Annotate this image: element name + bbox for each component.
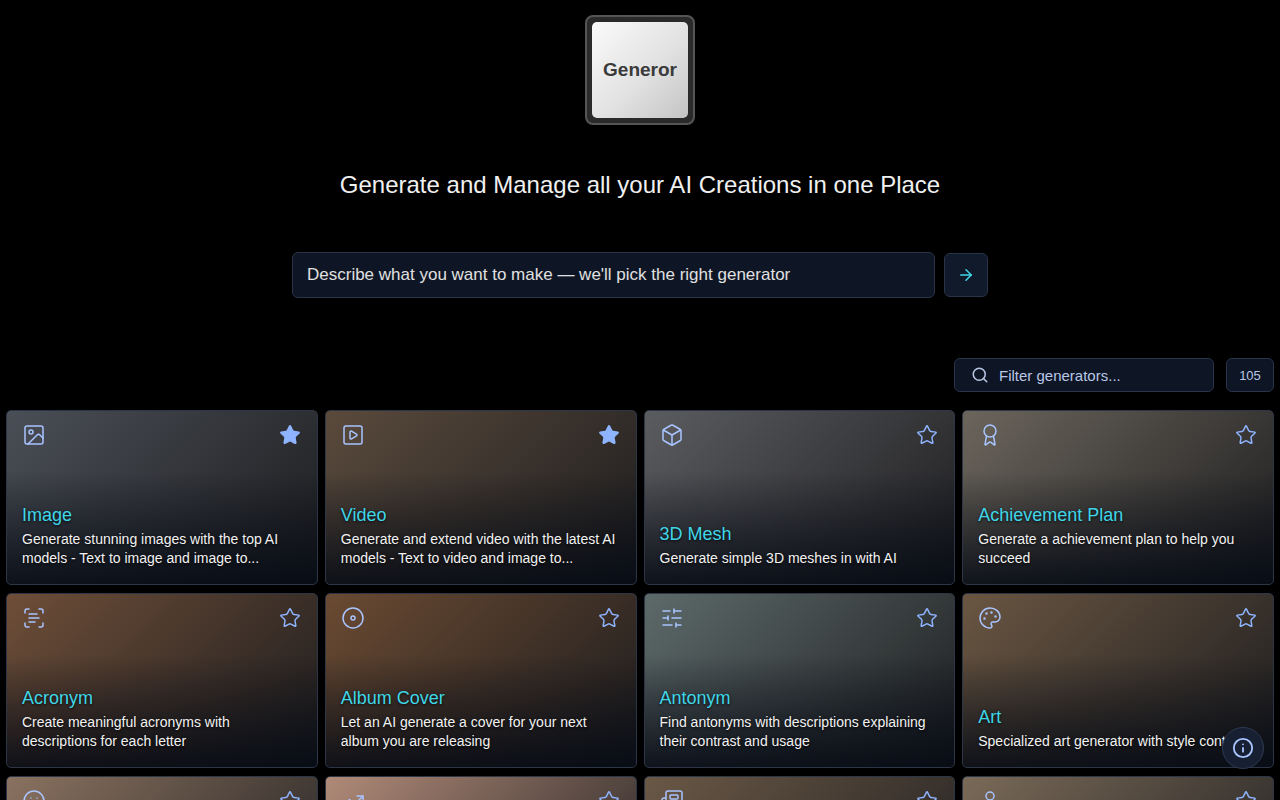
star-icon: [1235, 607, 1257, 629]
generator-icon: [341, 789, 365, 800]
arrow-right-icon: [957, 266, 975, 284]
generator-icon: [978, 789, 1002, 800]
page: Generor Generate and Manage all your AI C…: [0, 0, 1280, 800]
generator-card[interactable]: Album Cover Let an AI generate a cover fo…: [325, 593, 637, 768]
filter-row: 105: [0, 358, 1280, 392]
generator-card[interactable]: [644, 776, 956, 800]
generator-grid: Image Generate stunning images with the t…: [0, 410, 1280, 800]
filter-input[interactable]: [997, 366, 1201, 385]
generator-title: Acronym: [22, 688, 301, 709]
star-icon: [916, 790, 938, 800]
submit-button[interactable]: [944, 253, 988, 297]
prompt-row: [292, 252, 988, 298]
favorite-button[interactable]: [598, 607, 620, 629]
star-icon: [916, 607, 938, 629]
star-icon: [1235, 790, 1257, 800]
favorite-button[interactable]: [1235, 790, 1257, 800]
generator-icon: [22, 789, 46, 800]
generator-icon: [22, 606, 46, 630]
generator-card[interactable]: Image Generate stunning images with the t…: [6, 410, 318, 585]
star-icon: [598, 607, 620, 629]
favorite-button[interactable]: [279, 790, 301, 800]
generator-description: Find antonyms with descriptions explaini…: [660, 713, 939, 751]
tagline: Generate and Manage all your AI Creation…: [340, 171, 940, 199]
favorite-button[interactable]: [1235, 424, 1257, 446]
generator-card[interactable]: [6, 776, 318, 800]
generator-card[interactable]: [325, 776, 637, 800]
star-icon: [598, 790, 620, 800]
generator-card[interactable]: Antonym Find antonyms with descriptions e…: [644, 593, 956, 768]
generator-card[interactable]: Achievement Plan Generate a achievement p…: [962, 410, 1274, 585]
generator-description: Specialized art generator with style con…: [978, 732, 1257, 751]
favorite-button[interactable]: [279, 607, 301, 629]
favorite-button[interactable]: [598, 790, 620, 800]
generator-title: Achievement Plan: [978, 505, 1257, 526]
generator-icon: [660, 606, 684, 630]
generator-icon: [978, 423, 1002, 447]
prompt-input[interactable]: [292, 252, 935, 298]
favorite-button[interactable]: [916, 424, 938, 446]
star-icon: [916, 424, 938, 446]
generator-description: Generate and extend video with the lates…: [341, 530, 620, 568]
info-icon: [1232, 737, 1254, 759]
generator-title: Album Cover: [341, 688, 620, 709]
star-icon: [279, 607, 301, 629]
generator-title: Antonym: [660, 688, 939, 709]
generator-title: 3D Mesh: [660, 524, 939, 545]
favorite-button[interactable]: [916, 790, 938, 800]
generator-icon: [22, 423, 46, 447]
star-icon: [1235, 424, 1257, 446]
generator-description: Generate a achievement plan to help you …: [978, 530, 1257, 568]
generator-icon: [660, 789, 684, 800]
star-icon: [598, 424, 620, 446]
favorite-button[interactable]: [1235, 607, 1257, 629]
favorite-button[interactable]: [279, 424, 301, 446]
favorite-button[interactable]: [916, 607, 938, 629]
generator-description: Let an AI generate a cover for your next…: [341, 713, 620, 751]
star-icon: [279, 790, 301, 800]
logo-text: Generor: [592, 22, 688, 118]
generator-description: Generate stunning images with the top AI…: [22, 530, 301, 568]
generator-description: Generate simple 3D meshes in with AI: [660, 549, 939, 568]
info-button[interactable]: [1222, 727, 1264, 769]
favorite-button[interactable]: [598, 424, 620, 446]
logo: Generor: [585, 15, 695, 125]
generator-icon: [660, 423, 684, 447]
star-icon: [279, 424, 301, 446]
generator-description: Create meaningful acronyms with descript…: [22, 713, 301, 751]
generator-card[interactable]: [962, 776, 1274, 800]
generator-icon: [341, 606, 365, 630]
generator-card[interactable]: Video Generate and extend video with the …: [325, 410, 637, 585]
generator-title: Image: [22, 505, 301, 526]
generator-count: 105: [1226, 358, 1274, 392]
generator-title: Video: [341, 505, 620, 526]
generator-title: Art: [978, 707, 1257, 728]
generator-icon: [341, 423, 365, 447]
generator-icon: [978, 606, 1002, 630]
search-icon: [971, 366, 989, 384]
generator-card[interactable]: 3D Mesh Generate simple 3D meshes in with…: [644, 410, 956, 585]
filter-field[interactable]: [954, 358, 1214, 392]
generator-card[interactable]: Acronym Create meaningful acronyms with d…: [6, 593, 318, 768]
